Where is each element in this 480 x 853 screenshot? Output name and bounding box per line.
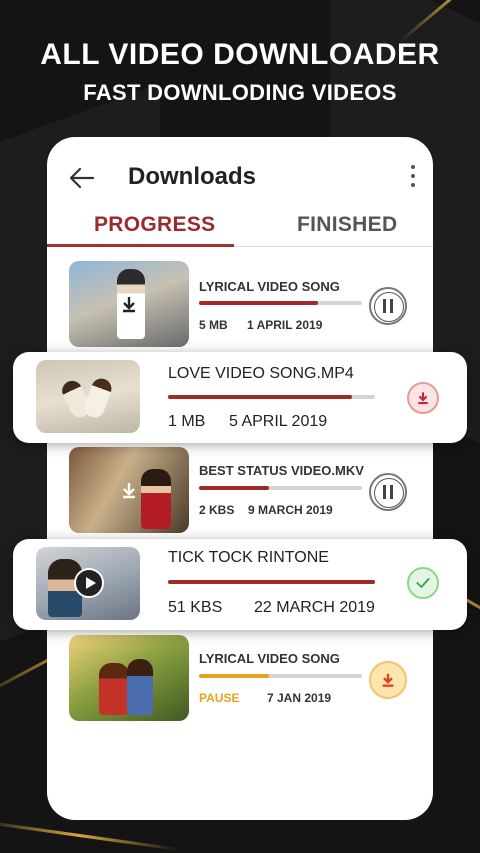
progress-bar [199, 301, 362, 305]
pause-icon [383, 485, 386, 499]
pause-icon-bar [390, 485, 393, 499]
download-size: 51 KBS [168, 599, 223, 616]
play-icon [74, 568, 104, 598]
promo-subtitle: FAST DOWNLODING VIDEOS [83, 80, 397, 105]
download-date: 9 MARCH 2019 [248, 503, 333, 517]
progress-bar [199, 486, 362, 490]
download-size: 2 KBS [199, 503, 235, 517]
active-tab-indicator [47, 244, 234, 247]
download-date: 5 APRIL 2019 [229, 413, 328, 430]
download-icon [418, 392, 428, 405]
more-options-icon[interactable] [409, 165, 417, 187]
pause-button[interactable] [369, 287, 407, 325]
download-item[interactable]: LYRICAL VIDEO SONG 5 MB 1 APRIL 2019 [47, 257, 433, 349]
phone-screen: Downloads PROGRESS FINISHED LYRICAL VIDE… [47, 137, 433, 820]
back-arrow-icon[interactable] [67, 163, 97, 193]
download-size: 1 MB [168, 413, 206, 430]
download-overlay-icon [123, 297, 135, 313]
page-title: Downloads [128, 163, 257, 190]
pause-status-text: PAUSE [199, 691, 240, 705]
promo-title: ALL VIDEO DOWNLOADER [40, 38, 440, 71]
pause-icon-bar [390, 299, 393, 313]
progress-bar [168, 580, 375, 584]
download-date: 7 JAN 2019 [267, 691, 332, 705]
download-button[interactable] [407, 382, 439, 414]
tab-progress[interactable]: PROGRESS [94, 213, 215, 237]
gold-streak [0, 820, 179, 851]
download-name: LYRICAL VIDEO SONG [199, 279, 340, 294]
progress-bar [168, 395, 375, 399]
download-item-highlighted[interactable]: TICK TOCK RINTONE 51 KBS 22 MARCH 2019 [13, 539, 467, 630]
download-item-highlighted[interactable]: LOVE VIDEO SONG.MP4 1 MB 5 APRIL 2019 [13, 352, 467, 443]
download-name: LOVE VIDEO SONG.MP4 [168, 365, 354, 382]
check-icon [416, 578, 430, 588]
pause-icon [383, 299, 386, 313]
pause-button[interactable] [369, 473, 407, 511]
app-bar: Downloads [47, 137, 433, 217]
download-name: BEST STATUS VIDEO.MKV [199, 463, 364, 478]
progress-bar [199, 674, 362, 678]
download-name: LYRICAL VIDEO SONG [199, 651, 340, 666]
video-thumbnail [36, 360, 140, 433]
download-date: 22 MARCH 2019 [254, 599, 375, 616]
download-item[interactable]: BEST STATUS VIDEO.MKV 2 KBS 9 MARCH 2019 [47, 443, 433, 535]
video-thumbnail [69, 261, 189, 347]
tab-finished[interactable]: FINISHED [297, 213, 397, 237]
video-thumbnail [69, 447, 189, 533]
video-thumbnail [69, 635, 189, 721]
resume-download-button[interactable] [369, 661, 407, 699]
download-size: 5 MB [199, 318, 228, 332]
video-thumbnail [36, 547, 140, 620]
finished-check [407, 567, 439, 599]
download-date: 1 APRIL 2019 [247, 318, 323, 332]
tab-bar: PROGRESS FINISHED [47, 213, 433, 247]
download-item[interactable]: LYRICAL VIDEO SONG PAUSE 7 JAN 2019 [47, 631, 433, 723]
download-overlay-icon [123, 483, 135, 499]
download-name: TICK TOCK RINTONE [168, 549, 329, 566]
download-icon [382, 673, 394, 687]
